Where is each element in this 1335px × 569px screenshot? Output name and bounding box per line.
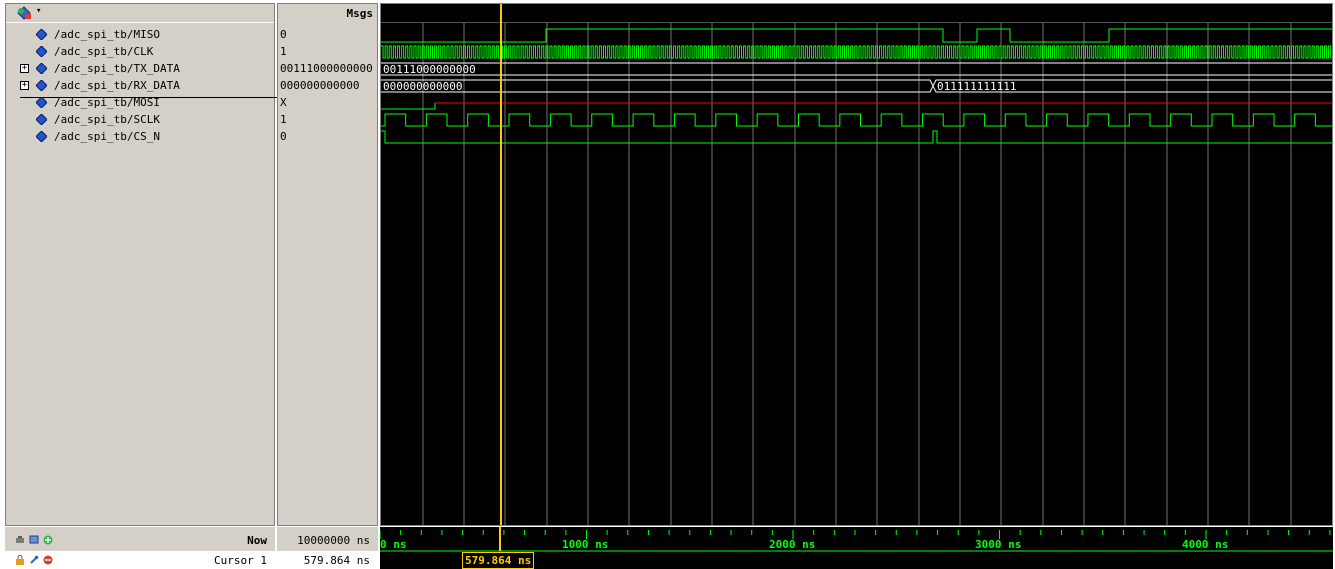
value-row: 0 xyxy=(278,26,377,43)
signal-row-cs-n[interactable]: /adc_spi_tb/CS_N xyxy=(6,128,274,145)
value-row: 0 xyxy=(278,128,377,145)
zoom-icon[interactable] xyxy=(15,535,25,545)
signal-value: 0 xyxy=(280,130,287,143)
waveform-canvas[interactable]: 00111000000000 000000000000 011111111111 xyxy=(381,4,1332,525)
timeline-label: 0 ns xyxy=(380,538,407,551)
cursor-value: 579.864 ns xyxy=(303,554,370,567)
msgs-header: Msgs xyxy=(346,7,374,20)
cursor-row[interactable]: Cursor 1 xyxy=(5,551,275,569)
signal-name: /adc_spi_tb/RX_DATA xyxy=(54,79,180,92)
diamond-signal-icon xyxy=(36,114,47,125)
sclk-wave xyxy=(381,113,1332,127)
diamond-signal-icon xyxy=(36,29,47,40)
grid-lines xyxy=(422,23,1292,525)
timeline-label: 3000 ns xyxy=(975,538,1022,551)
screen-icon[interactable] xyxy=(29,535,39,545)
signal-value: 0 xyxy=(280,28,287,41)
cursor-label: Cursor 1 xyxy=(214,554,267,567)
value-row: 1 xyxy=(278,43,377,60)
signal-row-miso[interactable]: /adc_spi_tb/MISO xyxy=(6,26,274,43)
signal-name: /adc_spi_tb/MISO xyxy=(54,28,160,41)
rx-data-label-1: 000000000000 xyxy=(383,80,462,93)
now-label: Now xyxy=(247,534,267,547)
expand-icon[interactable]: + xyxy=(20,81,29,90)
signal-value: 00111000000000 xyxy=(280,62,373,75)
bottom-name-pane: Now Cursor 1 xyxy=(5,527,275,569)
remove-icon[interactable] xyxy=(43,555,53,565)
signal-value: X xyxy=(280,96,287,109)
sclk-trace xyxy=(381,113,1332,127)
rx-data-wave xyxy=(381,79,1332,93)
signal-name: /adc_spi_tb/CLK xyxy=(54,45,154,58)
expand-icon[interactable]: + xyxy=(20,64,29,73)
diamond-signal-icon xyxy=(36,63,47,74)
signal-value: 000000000000 xyxy=(280,79,360,92)
miso-wave xyxy=(381,28,1332,43)
timeline-label: 2000 ns xyxy=(769,538,816,551)
name-pane-header: ▾ xyxy=(6,4,274,23)
diamond-signal-icon xyxy=(36,131,47,142)
signal-row-tx-data[interactable]: + /adc_spi_tb/TX_DATA xyxy=(6,60,274,77)
signal-name-pane: ▾ /adc_spi_tb/MISO /adc_spi_tb/CLK + /ad… xyxy=(5,3,278,526)
mosi-wave xyxy=(381,103,436,110)
signal-row-clk[interactable]: /adc_spi_tb/CLK xyxy=(6,43,274,60)
value-row: X xyxy=(278,94,377,111)
now-row: Now xyxy=(5,531,275,549)
cursor-time-box[interactable]: 579.864 ns xyxy=(462,552,535,569)
signal-name: /adc_spi_tb/SCLK xyxy=(54,113,160,126)
chevron-down-icon[interactable]: ▾ xyxy=(36,6,41,16)
wave-window: ▾ /adc_spi_tb/MISO /adc_spi_tb/CLK + /ad… xyxy=(0,0,1335,569)
signal-row-mosi[interactable]: /adc_spi_tb/MOSI xyxy=(6,94,274,111)
wrench-icon[interactable] xyxy=(29,555,39,565)
signal-value: 1 xyxy=(280,113,287,126)
now-value: 10000000 ns xyxy=(297,534,370,547)
signal-name: /adc_spi_tb/MOSI xyxy=(54,96,160,109)
lock-icon[interactable] xyxy=(15,555,25,565)
add-icon[interactable] xyxy=(43,535,53,545)
signal-value: 1 xyxy=(280,45,287,58)
diamond-signal-icon xyxy=(36,80,47,91)
value-row: 00111000000000 xyxy=(278,60,377,77)
timeline-label: 4000 ns xyxy=(1182,538,1229,551)
clk-trace xyxy=(381,45,1332,59)
bottom-value-pane: 10000000 ns 579.864 ns xyxy=(277,527,378,569)
clk-wave xyxy=(381,45,1332,59)
signal-row-sclk[interactable]: /adc_spi_tb/SCLK xyxy=(6,111,274,128)
diamond-signal-icon xyxy=(36,46,47,57)
signal-name: /adc_spi_tb/TX_DATA xyxy=(54,62,180,75)
rx-data-label-2: 011111111111 xyxy=(937,80,1016,93)
waveform-pane[interactable]: 00111000000000 000000000000 011111111111 xyxy=(380,3,1333,526)
value-row: 1 xyxy=(278,111,377,128)
signal-name: /adc_spi_tb/CS_N xyxy=(54,130,160,143)
value-row: 000000000000 xyxy=(278,77,377,94)
cs-n-wave xyxy=(381,130,1332,144)
timeline-label: 1000 ns xyxy=(562,538,609,551)
tx-data-label: 00111000000000 xyxy=(383,63,476,76)
tx-data-wave xyxy=(381,62,1332,76)
diamond-signal-icon xyxy=(36,97,47,108)
wave-toolbar-icon[interactable] xyxy=(16,6,32,20)
signal-value-pane: Msgs 0 1 00111000000000 000000000000 X 1… xyxy=(277,3,378,526)
signal-row-rx-data[interactable]: + /adc_spi_tb/RX_DATA xyxy=(6,77,274,94)
timeline-pane[interactable]: 0 ns 1000 ns 2000 ns 3000 ns 4000 ns 579… xyxy=(380,527,1333,569)
